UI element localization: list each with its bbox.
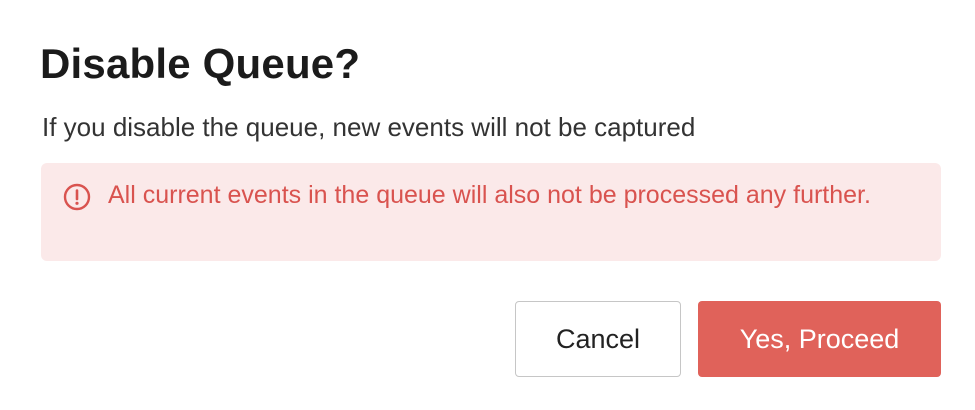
dialog-title: Disable Queue? [40,40,361,87]
dialog-description: If you disable the queue, new events wil… [42,112,696,142]
disable-queue-dialog: Disable Queue? If you disable the queue,… [0,0,975,410]
warning-alert: All current events in the queue will als… [41,163,941,261]
exclamation-circle-icon [63,183,91,211]
warning-text: All current events in the queue will als… [108,181,871,209]
proceed-button[interactable]: Yes, Proceed [698,301,941,377]
cancel-button[interactable]: Cancel [515,301,681,377]
